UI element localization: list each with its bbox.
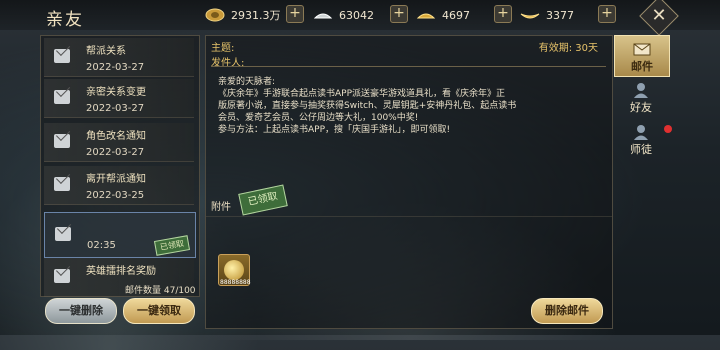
list-item[interactable]: 帮派关系 2022-03-27 — [44, 38, 194, 77]
mail-envelope-icon — [54, 49, 70, 63]
mail-detail-panel: 主题: 有效期: 30天 发件人: 亲爱的天脉者: 《庆余年》手游联合起点读书A… — [205, 35, 613, 329]
silver-value: 63042 — [339, 8, 374, 22]
coin-value: 2931.3万 — [231, 9, 281, 22]
mail-title: 离开帮派通知 — [86, 174, 146, 185]
delete-mail-button[interactable]: 删除邮件 — [531, 298, 603, 324]
add-silver-button[interactable]: + — [390, 5, 408, 23]
close-button[interactable]: ✕ — [639, 0, 679, 36]
coin-icon — [205, 8, 225, 22]
mail-count: 邮件数量 47/100 — [125, 286, 196, 296]
gold-sycee-resource: 3377 — [520, 6, 574, 24]
tab-mail[interactable]: 邮件 — [614, 35, 670, 77]
list-item-selected[interactable]: 02:35 已领取 — [44, 212, 196, 258]
mail-body: 亲爱的天脉者: 《庆余年》手游联合起点读书APP派送豪华游戏道具礼，看《庆余年》… — [218, 76, 578, 136]
mail-envelope-icon — [54, 177, 70, 191]
attachment-item[interactable]: 88888888 — [218, 254, 251, 286]
list-item[interactable]: 角色改名通知 2022-03-27 — [44, 123, 194, 162]
tab-label: 师徒 — [630, 143, 652, 156]
coin-icon — [224, 260, 244, 280]
silver-resource: 63042 — [313, 6, 374, 24]
mail-title: 亲密关系变更 — [86, 87, 146, 98]
mail-title: 英雄擂排名奖励 — [86, 266, 156, 277]
mail-list[interactable]: 帮派关系 2022-03-27 亲密关系变更 2022-03-27 角色改名通知… — [40, 35, 200, 297]
mail-tab-icon — [633, 43, 651, 56]
mail-envelope-icon — [54, 134, 70, 148]
add-coin-button[interactable]: + — [286, 5, 304, 23]
friend-tab-icon — [634, 83, 648, 98]
gold-sycee-value: 3377 — [546, 8, 574, 22]
subject-label: 主题: — [211, 43, 235, 54]
gold-sycee-icon — [520, 13, 540, 19]
tab-mentor[interactable]: 师徒 — [614, 119, 672, 159]
add-gold-ingot-button[interactable]: + — [494, 5, 512, 23]
mail-body-line: 亲爱的天脉者: — [218, 77, 276, 87]
mail-envelope-icon — [55, 227, 71, 241]
mail-body-line: 《庆余年》手游联合起点读书APP派送豪华游戏道具礼，看《庆余年》正 — [218, 89, 506, 99]
delete-all-button[interactable]: 一键删除 — [45, 298, 117, 324]
close-icon: ✕ — [651, 5, 667, 27]
claim-all-button[interactable]: 一键领取 — [123, 298, 195, 324]
mail-date: 02:35 — [87, 240, 116, 251]
gold-ingot-resource: 4697 — [416, 6, 470, 24]
mentor-tab-icon — [634, 125, 648, 140]
tab-label: 邮件 — [631, 60, 653, 73]
notification-badge — [664, 125, 672, 133]
gold-ingot-value: 4697 — [442, 8, 470, 22]
mail-date: 2022-03-27 — [86, 103, 145, 114]
gold-ingot-icon — [416, 13, 436, 19]
attachment-qty: 88888888 — [220, 279, 251, 286]
mail-body-line: 版原著小说，直接参与抽奖获得Switch、灵犀钥匙+安神丹礼包、起点读书 — [218, 101, 517, 111]
divider — [211, 66, 606, 67]
page-title: 亲友 — [46, 10, 84, 30]
mail-date: 2022-03-25 — [86, 190, 145, 201]
mail-body-line: 会员、爱奇艺会员、公仔周边等大礼，100%中奖! — [218, 113, 419, 123]
mail-envelope-icon — [54, 269, 70, 283]
mail-date: 2022-03-27 — [86, 62, 145, 73]
validity-text: 有效期: 30天 — [538, 43, 598, 54]
silver-ingot-icon — [313, 13, 333, 19]
claimed-stamp: 已领取 — [153, 235, 191, 256]
mail-date: 2022-03-27 — [86, 147, 145, 158]
claimed-stamp: 已领取 — [238, 184, 288, 216]
mail-title: 帮派关系 — [86, 46, 126, 57]
side-tabs: 邮件 好友 师徒 — [614, 35, 672, 156]
mail-title: 角色改名通知 — [86, 131, 146, 142]
coin-resource: 2931.3万 — [205, 6, 281, 24]
add-gold-sycee-button[interactable]: + — [598, 5, 616, 23]
tab-label: 好友 — [630, 101, 652, 114]
top-bar: 亲友 2931.3万 + 63042 + 4697 + 3377 + ✕ — [0, 0, 720, 36]
divider — [206, 216, 612, 217]
mail-body-line: 参与方法：上起点读书APP，搜「庆国手游礼」，即可领取! — [218, 125, 451, 135]
list-item[interactable]: 离开帮派通知 2022-03-25 — [44, 166, 194, 205]
mail-envelope-icon — [54, 90, 70, 104]
attachment-label: 附件 — [211, 202, 231, 213]
tab-friends[interactable]: 好友 — [614, 77, 668, 117]
list-item[interactable]: 亲密关系变更 2022-03-27 — [44, 79, 194, 118]
